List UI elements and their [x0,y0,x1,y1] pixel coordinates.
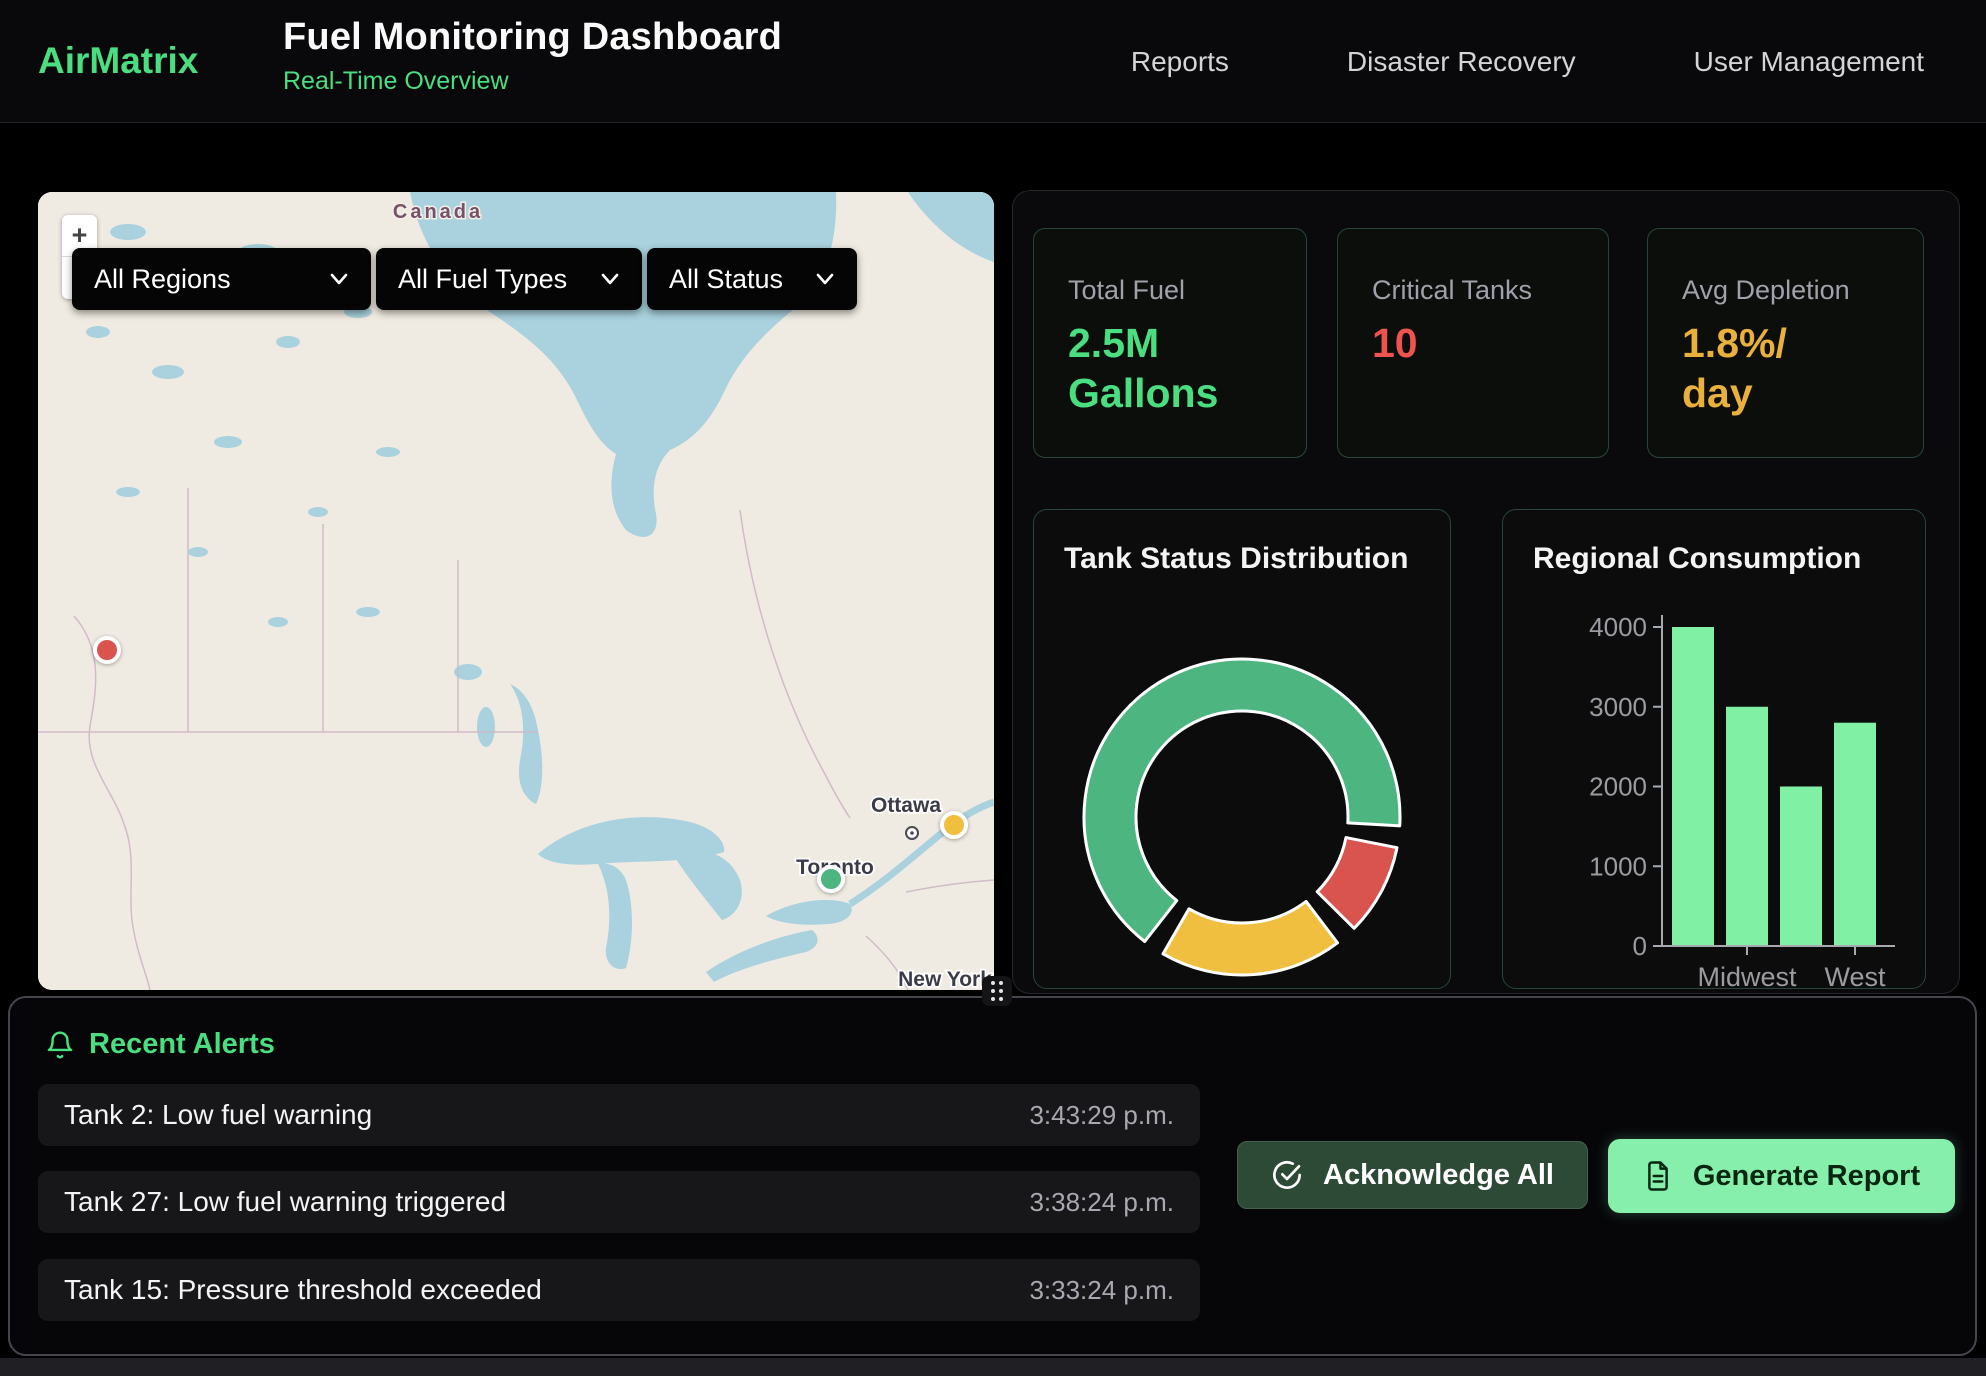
status-filter-value: All Status [669,264,783,295]
fuel-dashboard: AirMatrix Fuel Monitoring Dashboard Real… [0,0,1986,1376]
stat-label: Total Fuel [1068,275,1272,306]
city-dot-icon [906,827,918,839]
y-tick-label: 0 [1633,931,1647,961]
main-nav: Reports Disaster Recovery User Managemen… [1131,0,1924,123]
stat-value: 2.5MGallons [1068,318,1272,418]
chevron-down-icon [329,272,349,286]
map-filters: All Regions All Fuel Types All Status [72,248,857,310]
fuel-type-filter-value: All Fuel Types [398,264,567,295]
file-text-icon [1643,1160,1673,1192]
alert-timestamp: 3:43:29 p.m. [1029,1100,1174,1131]
acknowledge-all-label: Acknowledge All [1323,1159,1554,1192]
bell-icon [45,1029,75,1061]
map-canvas[interactable]: Canada Ottawa Toronto New York + − All R… [38,192,994,990]
y-tick-label: 2000 [1589,772,1647,802]
title-block: Fuel Monitoring Dashboard Real-Time Over… [283,16,782,96]
map-label-canada: Canada [393,201,483,223]
alerts-heading-text: Recent Alerts [89,1028,275,1061]
stat-label: Avg Depletion [1682,275,1889,306]
region-filter-value: All Regions [94,264,231,295]
nav-item-disaster-recovery[interactable]: Disaster Recovery [1347,46,1576,78]
generate-report-button[interactable]: Generate Report [1608,1139,1955,1213]
footer-strip [0,1358,1986,1376]
alerts-heading: Recent Alerts [45,1028,275,1061]
tank-status-donut-chart [1034,510,1451,989]
tank-status-chart-card: Tank Status Distribution [1033,509,1451,989]
alert-message: Tank 27: Low fuel warning triggered [64,1186,506,1218]
stat-card-critical-tanks: Critical Tanks 10 [1337,228,1609,458]
chart-title: Regional Consumption [1533,542,1861,576]
regional-consumption-chart-card: Regional Consumption 0 1000 2000 3000 4000 Mi… [1502,509,1926,989]
x-tick-label: Midwest [1697,962,1797,989]
brand-logo: AirMatrix [38,40,198,82]
chevron-down-icon [600,272,620,286]
alert-message: Tank 2: Low fuel warning [64,1099,372,1131]
stat-card-total-fuel: Total Fuel 2.5MGallons [1033,228,1307,458]
nav-item-user-management[interactable]: User Management [1694,46,1924,78]
y-tick-label: 3000 [1589,692,1647,722]
alert-message: Tank 15: Pressure threshold exceeded [64,1274,542,1306]
map-label-ottawa: Ottawa [871,794,941,817]
alert-row[interactable]: Tank 2: Low fuel warning 3:43:29 p.m. [38,1084,1200,1146]
y-tick-label: 1000 [1589,851,1647,881]
alert-row[interactable]: Tank 27: Low fuel warning triggered 3:38… [38,1171,1200,1233]
stat-label: Critical Tanks [1372,275,1574,306]
map-label-new-york: New York [898,968,992,990]
alert-timestamp: 3:33:24 p.m. [1029,1275,1174,1306]
region-filter-dropdown[interactable]: All Regions [72,248,371,310]
map-geography: Canada Ottawa Toronto New York [38,192,994,990]
acknowledge-all-button[interactable]: Acknowledge All [1237,1141,1588,1209]
chevron-down-icon [815,272,835,286]
alert-row[interactable]: Tank 15: Pressure threshold exceeded 3:3… [38,1259,1200,1321]
stat-value: 1.8%/day [1682,318,1889,418]
chart-title: Tank Status Distribution [1064,542,1408,576]
stat-card-avg-depletion: Avg Depletion 1.8%/day [1647,228,1924,458]
stat-value: 10 [1372,318,1574,368]
overview-panel: Total Fuel 2.5MGallons Critical Tanks 10… [1012,190,1960,994]
regional-consumption-bar-chart: 0 1000 2000 3000 4000 Midwest West [1503,510,1926,989]
status-filter-dropdown[interactable]: All Status [647,248,857,310]
header: AirMatrix Fuel Monitoring Dashboard Real… [0,0,1986,123]
tank-marker-normal[interactable] [817,865,845,893]
check-circle-icon [1271,1159,1303,1191]
donut-segment-warning [1163,901,1338,975]
donut-segment-critical [1317,838,1397,929]
nav-item-reports[interactable]: Reports [1131,46,1229,78]
page-subtitle: Real-Time Overview [283,67,782,96]
y-tick-label: 4000 [1589,612,1647,642]
tank-marker-critical[interactable] [93,636,121,664]
bar-0 [1672,627,1714,946]
bar-1 [1726,707,1768,946]
tank-marker-warning[interactable] [940,811,968,839]
page-title: Fuel Monitoring Dashboard [283,16,782,59]
bar-2 [1780,787,1822,947]
bar-3 [1834,723,1876,946]
resize-grip-icon[interactable] [982,976,1012,1006]
x-tick-label: West [1824,962,1886,989]
fuel-type-filter-dropdown[interactable]: All Fuel Types [376,248,642,310]
alert-timestamp: 3:38:24 p.m. [1029,1187,1174,1218]
generate-report-label: Generate Report [1693,1160,1920,1193]
